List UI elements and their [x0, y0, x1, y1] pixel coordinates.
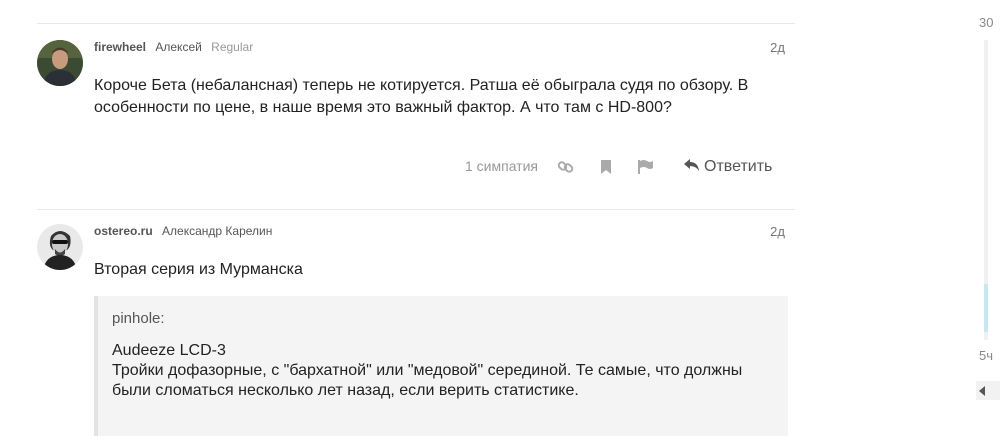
reply-button[interactable]: Ответить — [683, 157, 772, 176]
flag-icon[interactable] — [636, 158, 654, 176]
post-date[interactable]: 2д — [770, 40, 785, 55]
user-title: Regular — [211, 40, 254, 54]
post-actions: 1 симпатия Ответить — [37, 155, 795, 179]
chevron-left-icon — [979, 386, 985, 396]
post-meta: ostereo.ru Александр Карелин — [94, 224, 278, 238]
avatar[interactable] — [37, 40, 83, 86]
quote-heading: Audeeze LCD-3 — [112, 342, 226, 359]
post-firewheel: firewheel Алексей Regular 2д Короче Бета… — [37, 40, 795, 190]
timeline-handle[interactable] — [984, 284, 988, 332]
full-name: Александр Карелин — [162, 224, 273, 238]
username[interactable]: ostereo.ru — [94, 224, 153, 238]
reply-icon — [684, 159, 699, 171]
avatar[interactable] — [37, 224, 83, 270]
quote-block: pinhole: Audeeze LCD-3 Тройки дофазорные… — [94, 296, 788, 436]
reply-label: Ответить — [704, 158, 773, 175]
timeline-back-button[interactable] — [976, 381, 1000, 400]
timeline-top-label: 30 — [979, 15, 994, 30]
username[interactable]: firewheel — [94, 40, 146, 54]
likes-count[interactable]: 1 симпатия — [465, 158, 538, 174]
timeline-bottom-label: 5ч — [979, 348, 994, 363]
post-date[interactable]: 2д — [770, 224, 785, 239]
divider-top — [37, 23, 795, 24]
full-name: Алексей — [155, 40, 202, 54]
post-meta: firewheel Алексей Regular — [94, 40, 253, 54]
bookmark-icon[interactable] — [597, 158, 615, 176]
quote-body: Тройки дофазорные, с "бархатной" или "ме… — [112, 362, 743, 399]
link-icon[interactable] — [557, 158, 575, 176]
divider-middle — [37, 209, 795, 210]
post-body: Короче Бета (небалансная) теперь не коти… — [94, 77, 749, 116]
quote-author[interactable]: pinhole: — [112, 310, 165, 327]
post-body: Вторая серия из Мурманска — [94, 261, 303, 278]
post-ostereo: ostereo.ru Александр Карелин 2д Вторая с… — [37, 224, 795, 436]
quote-content: Audeeze LCD-3 Тройки дофазорные, с "барх… — [112, 341, 772, 401]
